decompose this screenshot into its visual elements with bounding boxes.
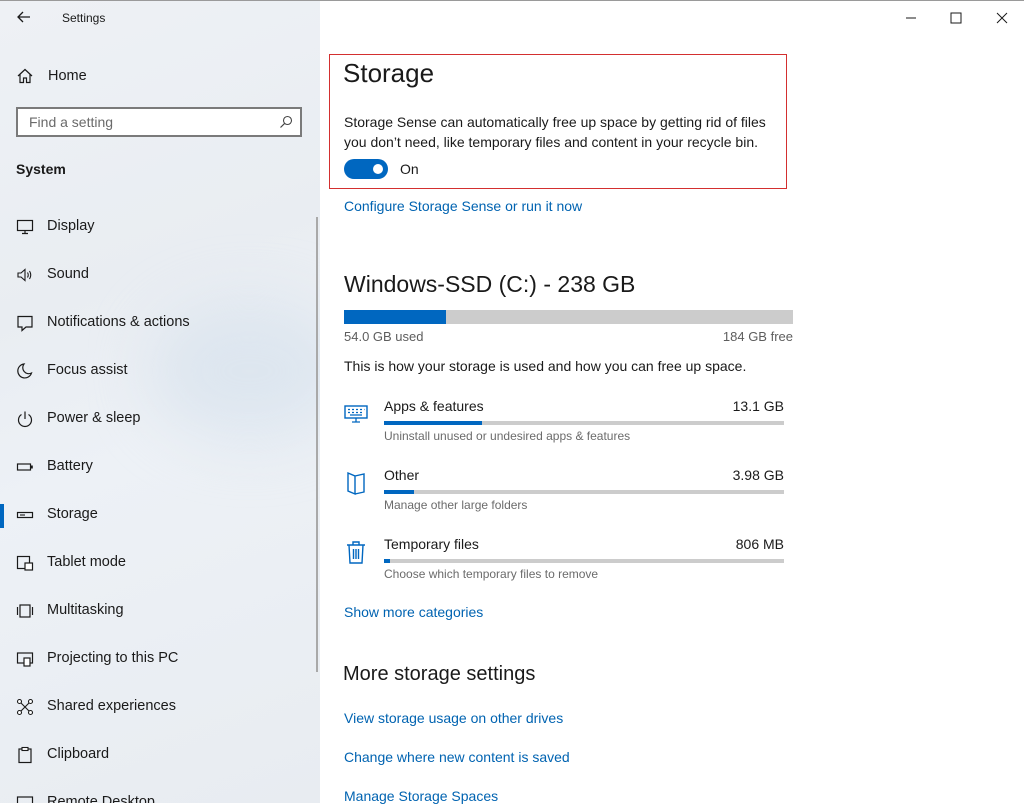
category-other[interactable]: Other 3.98 GB Manage other large folders [340, 467, 790, 527]
storage-icon [16, 511, 34, 519]
sidebar-item-storage[interactable]: Storage [0, 492, 320, 540]
view-other-drives-link[interactable]: View storage usage on other drives [344, 710, 563, 726]
category-size: 806 MB [735, 536, 784, 552]
sidebar-item-multitasking[interactable]: Multitasking [0, 588, 320, 636]
maximize-icon[interactable] [947, 9, 965, 27]
sidebar-item-label: Power & sleep [47, 410, 141, 426]
sidebar-item-label: Clipboard [47, 746, 110, 762]
sidebar-scrollbar[interactable] [316, 217, 318, 672]
sidebar-item-label: Focus assist [47, 362, 128, 378]
sidebar-item-label: Tablet mode [47, 554, 126, 570]
category-apps-features[interactable]: Apps & features 13.1 GB Uninstall unused… [340, 398, 790, 458]
category-usage-fill [384, 490, 414, 494]
drive-usage-bar [344, 310, 793, 324]
sidebar-item-label: Display [47, 218, 95, 234]
sidebar-item-clipboard[interactable]: Clipboard [0, 732, 320, 780]
category-size: 13.1 GB [732, 398, 784, 414]
battery-icon [16, 463, 33, 471]
sidebar-item-power-sleep[interactable]: Power & sleep [0, 396, 320, 444]
sidebar-item-label: Storage [47, 506, 98, 522]
projecting-icon [16, 652, 34, 667]
category-usage-bar [384, 421, 784, 425]
sidebar-item-remote-desktop[interactable]: Remote Desktop [0, 780, 320, 803]
sound-icon [17, 268, 32, 282]
category-description: Choose which temporary files to remove [384, 567, 599, 581]
minimize-icon[interactable] [902, 9, 920, 27]
drive-usage-fill [344, 310, 446, 324]
change-content-location-link[interactable]: Change where new content is saved [344, 749, 570, 765]
category-size: 3.98 GB [732, 467, 784, 483]
sidebar-item-display[interactable]: Display [0, 204, 320, 252]
tablet-mode-icon [16, 555, 34, 571]
close-icon[interactable] [993, 9, 1011, 27]
sidebar-item-label: Multitasking [47, 602, 124, 618]
storage-sense-description: Storage Sense can automatically free up … [344, 114, 766, 150]
sidebar-item-label: Sound [47, 266, 89, 282]
back-arrow-icon[interactable] [14, 7, 34, 27]
moon-icon [17, 363, 33, 379]
sidebar-item-label: Remote Desktop [47, 794, 155, 803]
sidebar-item-label: Battery [47, 458, 93, 474]
sidebar-item-projecting[interactable]: Projecting to this PC [0, 636, 320, 684]
app-title: Settings [62, 11, 106, 25]
drive-free-label: 184 GB free [722, 329, 793, 344]
apps-features-icon [344, 405, 368, 423]
sidebar-item-label: Projecting to this PC [47, 650, 179, 666]
sidebar-nav: Display Sound Notifications & actions Fo… [0, 204, 320, 803]
sidebar-item-battery[interactable]: Battery [0, 444, 320, 492]
show-more-categories-link[interactable]: Show more categories [344, 604, 483, 620]
category-temporary-files[interactable]: Temporary files 806 MB Choose which temp… [340, 536, 790, 596]
sidebar-item-shared-experiences[interactable]: Shared experiences [0, 684, 320, 732]
category-usage-fill [384, 421, 482, 425]
category-name: Temporary files [384, 536, 479, 552]
more-storage-settings-title: More storage settings [343, 663, 536, 685]
sidebar-item-label: Notifications & actions [47, 314, 190, 330]
multitasking-icon [16, 604, 34, 618]
sidebar-item-sound[interactable]: Sound [0, 252, 320, 300]
sidebar-item-tablet-mode[interactable]: Tablet mode [0, 540, 320, 588]
sidebar: Settings Home System Display Sound [0, 1, 320, 803]
shared-experiences-icon [16, 698, 34, 716]
toggle-knob [373, 164, 383, 174]
category-usage-fill [384, 559, 390, 563]
toggle-state-label: On [400, 161, 419, 177]
category-name: Apps & features [384, 398, 484, 414]
home-icon [17, 68, 33, 84]
manage-storage-spaces-link[interactable]: Manage Storage Spaces [344, 788, 498, 804]
drive-used-label: 54.0 GB used [344, 329, 424, 344]
home-link[interactable]: Home [16, 65, 87, 87]
category-description: Manage other large folders [384, 498, 528, 512]
search-input[interactable] [18, 109, 269, 135]
page-title: Storage [343, 58, 435, 88]
other-folder-icon [347, 471, 365, 496]
notifications-icon [17, 315, 33, 332]
search-icon[interactable] [279, 115, 293, 129]
search-box[interactable] [16, 107, 302, 137]
remote-desktop-icon [16, 796, 34, 803]
sidebar-item-notifications[interactable]: Notifications & actions [0, 300, 320, 348]
sidebar-item-label: Shared experiences [47, 698, 176, 714]
trash-icon [347, 541, 365, 564]
home-label: Home [48, 68, 87, 84]
drive-title: Windows-SSD (C:) - 238 GB [344, 271, 636, 297]
power-icon [17, 411, 33, 428]
usage-description: This is how your storage is used and how… [344, 358, 747, 374]
category-name: Other [384, 467, 420, 483]
clipboard-icon [18, 746, 32, 764]
category-description: Uninstall unused or undesired apps & fea… [384, 429, 631, 443]
section-title-system: System [16, 161, 66, 177]
sidebar-item-focus-assist[interactable]: Focus assist [0, 348, 320, 396]
category-usage-bar [384, 490, 784, 494]
configure-storage-sense-link[interactable]: Configure Storage Sense or run it now [344, 198, 582, 214]
category-usage-bar [384, 559, 784, 563]
display-icon [16, 219, 34, 235]
storage-sense-toggle[interactable] [344, 159, 388, 179]
